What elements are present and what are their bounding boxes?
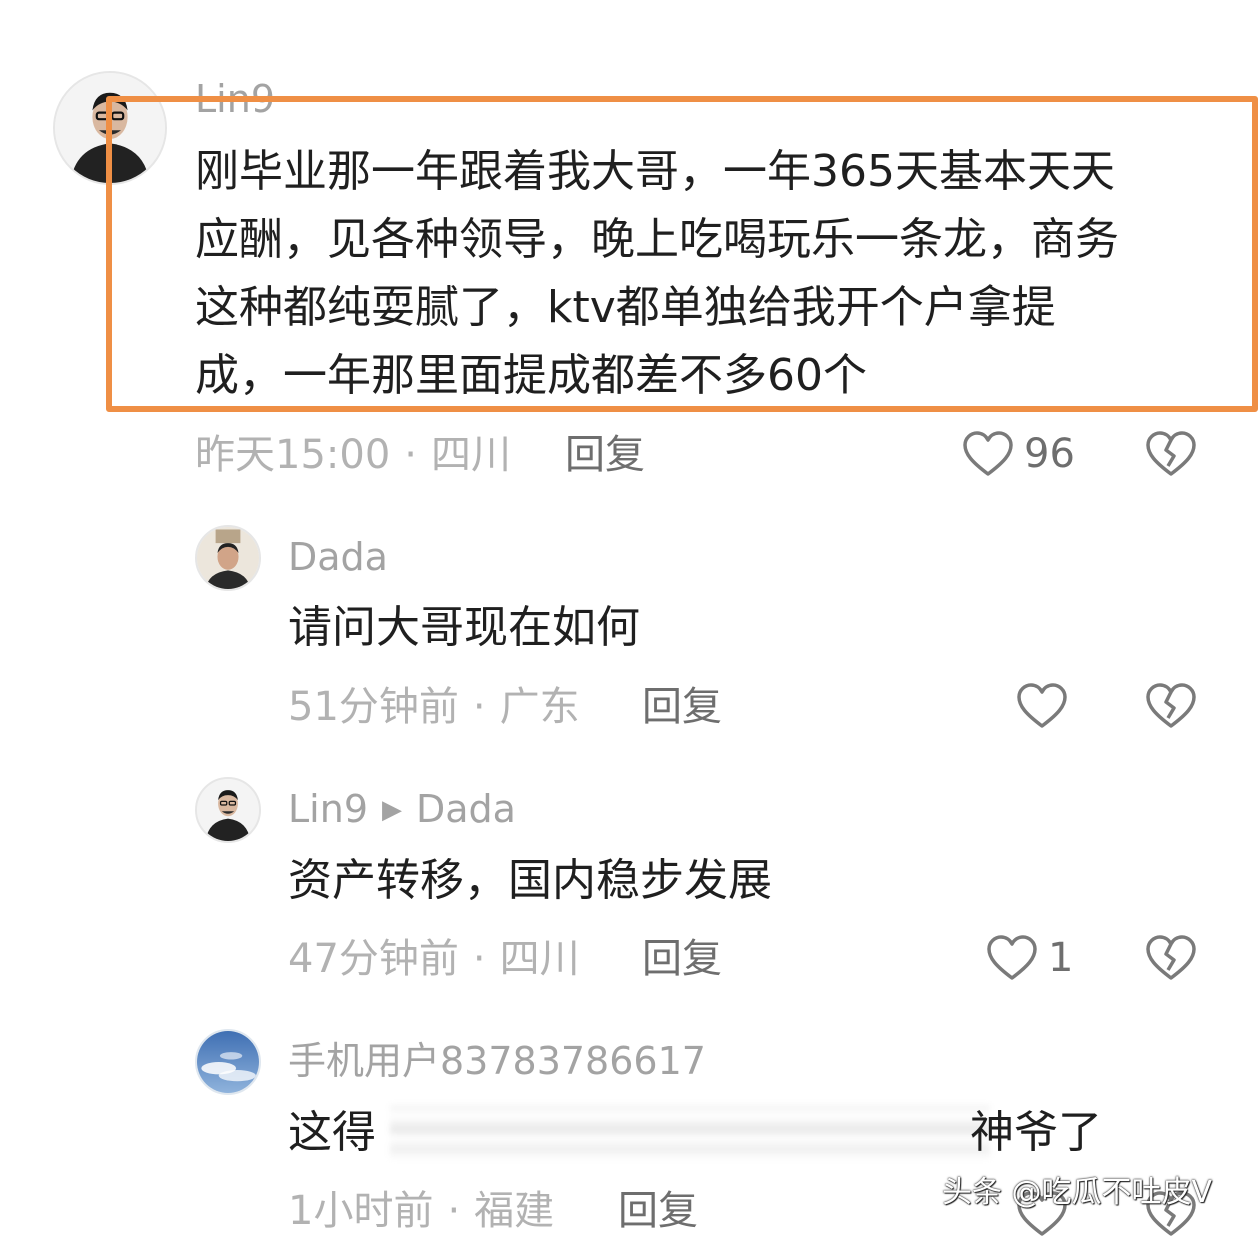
comment-text: 请问大哥现在如何	[288, 602, 640, 653]
like-button[interactable]	[1016, 682, 1068, 730]
reply-author[interactable]: Lin9	[288, 787, 368, 831]
avatar-phone-user[interactable]	[195, 1029, 261, 1095]
mosaic-blur	[390, 1105, 990, 1160]
comment-time: 1小时前	[288, 1188, 434, 1234]
separator-dot: ·	[447, 1188, 461, 1234]
comment-location: 四川	[499, 936, 580, 982]
like-count: 96	[1024, 431, 1075, 477]
comment-time: 47分钟前	[288, 936, 459, 982]
heart-icon	[963, 431, 1013, 476]
comment-text-line: 应酬，见各种领导，晚上吃喝玩乐一条龙，商务	[195, 214, 1119, 265]
broken-heart-icon	[1146, 935, 1196, 980]
broken-heart-icon	[1146, 431, 1196, 476]
avatar-dada[interactable]	[195, 525, 261, 591]
comment-text-start: 这得	[288, 1107, 376, 1158]
comment-username: Lin9 ▶ Dada	[288, 790, 516, 828]
comment-meta: 51分钟前 · 广东	[288, 687, 580, 727]
like-count: 1	[1048, 935, 1074, 981]
sky-avatar-icon	[197, 1031, 259, 1093]
heart-icon	[987, 935, 1037, 980]
reply-button[interactable]: 回复	[565, 435, 645, 475]
watermark: 头条 @吃瓜不吐皮V	[942, 1175, 1213, 1210]
comment-text-end: 神爷了	[970, 1107, 1102, 1158]
comment-username[interactable]: Dada	[288, 538, 388, 576]
heart-icon	[1017, 683, 1067, 728]
comment-meta: 1小时前 · 福建	[288, 1191, 554, 1231]
separator-dot: ·	[472, 936, 486, 982]
dislike-button[interactable]	[1145, 934, 1197, 982]
comment-username[interactable]: Lin9	[195, 80, 275, 118]
reply-button[interactable]: 回复	[642, 939, 722, 979]
comment-location: 福建	[474, 1188, 555, 1234]
avatar-lin9[interactable]	[195, 777, 261, 843]
comment-time: 51分钟前	[288, 684, 459, 730]
comment-text-line: 刚毕业那一年跟着我大哥，一年365天基本天天	[195, 146, 1115, 197]
comment-location: 广东	[499, 684, 580, 730]
like-button[interactable]: 1	[986, 934, 1073, 982]
man-glasses-avatar-icon	[197, 779, 259, 841]
comment-text: 刚毕业那一年跟着我大哥，一年365天基本天天 应酬，见各种领导，晚上吃喝玩乐一条…	[195, 138, 1119, 410]
comment-time: 昨天15:00	[195, 432, 391, 478]
dislike-button[interactable]	[1145, 430, 1197, 478]
man-portrait-avatar-icon	[197, 527, 259, 589]
reply-arrow-icon: ▶	[382, 795, 402, 825]
man-glasses-avatar-icon	[55, 73, 165, 183]
dislike-button[interactable]	[1145, 682, 1197, 730]
reply-button[interactable]: 回复	[642, 687, 722, 727]
comment-meta: 昨天15:00 · 四川	[195, 435, 511, 475]
comment-location: 四川	[431, 432, 511, 478]
avatar-lin9[interactable]	[53, 71, 167, 185]
comment-username[interactable]: 手机用户83783786617	[288, 1042, 706, 1080]
comment-text-line: 成，一年那里面提成都差不多60个	[195, 350, 867, 401]
separator-dot: ·	[404, 432, 417, 478]
like-button[interactable]: 96	[962, 430, 1075, 478]
separator-dot: ·	[472, 684, 486, 730]
broken-heart-icon	[1146, 683, 1196, 728]
reply-target[interactable]: Dada	[416, 787, 516, 831]
comment-text: 资产转移，国内稳步发展	[288, 855, 772, 906]
comment-text-line: 这种都纯耍腻了，ktv都单独给我开个户拿提	[195, 282, 1056, 333]
reply-button[interactable]: 回复	[618, 1191, 698, 1231]
comment-meta: 47分钟前 · 四川	[288, 939, 580, 979]
